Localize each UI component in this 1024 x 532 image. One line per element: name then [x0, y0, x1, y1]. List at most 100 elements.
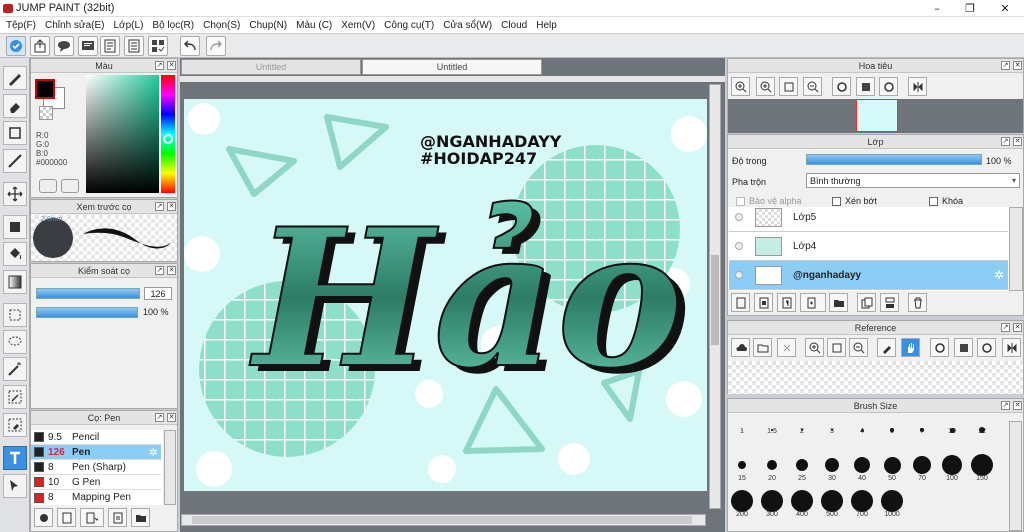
- brush-size-option[interactable]: 50: [878, 451, 906, 485]
- zoom-in-icon[interactable]: [805, 338, 824, 357]
- visibility-icon[interactable]: [735, 271, 743, 279]
- brush-size-option[interactable]: 12: [968, 416, 996, 450]
- fit-screen-icon[interactable]: [827, 338, 846, 357]
- tab-document-1[interactable]: Untitled: [181, 59, 361, 75]
- gradient-tool-icon[interactable]: [3, 270, 27, 294]
- flip-icon[interactable]: [908, 77, 927, 96]
- brush-size-option[interactable]: 1.5: [758, 416, 786, 450]
- foreground-color-swatch[interactable]: [35, 79, 55, 99]
- fit-screen-icon[interactable]: [779, 77, 798, 96]
- panel-close-icon[interactable]: ✕: [1013, 323, 1022, 332]
- bucket-tool-icon[interactable]: [3, 242, 27, 266]
- redo-icon[interactable]: [206, 36, 226, 56]
- zoom-in-icon[interactable]: [756, 77, 775, 96]
- layer-row-selected[interactable]: @nganhadayy ✲: [729, 261, 1008, 290]
- tab-document-2[interactable]: Untitled: [362, 59, 542, 75]
- rotate-left-icon[interactable]: [930, 338, 949, 357]
- move-tool-icon[interactable]: [3, 182, 27, 206]
- eraser-tool-icon[interactable]: [3, 94, 27, 118]
- menu-layer[interactable]: Lớp(L): [110, 17, 148, 33]
- panel-close-icon[interactable]: ✕: [1013, 137, 1022, 146]
- brush-size-option[interactable]: 4: [848, 416, 876, 450]
- brush-size-option[interactable]: 1000: [878, 487, 906, 521]
- operation-tool-icon[interactable]: [3, 474, 27, 498]
- panel-close-icon[interactable]: ✕: [167, 202, 176, 211]
- transparent-color-swatch[interactable]: [39, 106, 53, 120]
- gear-icon[interactable]: ✲: [149, 446, 158, 459]
- line-tool-icon[interactable]: [3, 149, 27, 173]
- zoom-in-icon[interactable]: [731, 77, 750, 96]
- brush-size-option[interactable]: 3: [818, 416, 846, 450]
- grid-settings-icon[interactable]: [148, 36, 168, 56]
- brush-opacity-slider[interactable]: [36, 307, 138, 318]
- menu-window[interactable]: Cửa sổ(W): [439, 17, 496, 33]
- panel-float-icon[interactable]: ↗: [155, 266, 164, 275]
- brush-size-option[interactable]: 70: [908, 451, 936, 485]
- layer-row[interactable]: Lớp5: [729, 207, 1008, 232]
- cloud-icon[interactable]: [731, 338, 750, 357]
- menu-view[interactable]: Xem(V): [337, 17, 379, 33]
- brush-size-slider[interactable]: [36, 288, 140, 299]
- quick-check-icon[interactable]: [6, 36, 26, 56]
- clipping-checkbox[interactable]: Xén bớt: [832, 196, 877, 207]
- canvas-horizontal-scrollbar[interactable]: [181, 514, 706, 526]
- brush-size-option[interactable]: 200: [728, 487, 756, 521]
- export-icon[interactable]: [30, 36, 50, 56]
- panel-float-icon[interactable]: ↗: [1001, 137, 1010, 146]
- flip-icon[interactable]: [1002, 338, 1021, 357]
- drawing-canvas[interactable]: @NGANHADAYY #HOIDAP247 Hảo Hảo: [184, 99, 707, 491]
- minimize-button[interactable]: –: [922, 0, 952, 17]
- brush-size-option[interactable]: 7: [908, 416, 936, 450]
- panel-float-icon[interactable]: ↗: [1001, 61, 1010, 70]
- menu-cloud[interactable]: Cloud: [497, 17, 531, 33]
- brush-list-scrollbar[interactable]: [164, 430, 176, 505]
- lasso-tool-icon[interactable]: [3, 330, 27, 354]
- merge-layer-icon[interactable]: [880, 293, 899, 312]
- panel-close-icon[interactable]: ✕: [167, 413, 176, 422]
- zoom-out-icon[interactable]: [803, 77, 822, 96]
- hue-handle[interactable]: [163, 134, 173, 144]
- layer-opacity-slider[interactable]: [806, 154, 982, 165]
- close-reference-icon[interactable]: [777, 338, 796, 357]
- brush-size-option[interactable]: 25: [788, 451, 816, 485]
- layer-row[interactable]: Lớp4: [729, 232, 1008, 261]
- reference-view[interactable]: [728, 361, 1023, 394]
- scroll-thumb[interactable]: [711, 255, 719, 345]
- magic-wand-tool-icon[interactable]: [3, 357, 27, 381]
- brush-settings-icon[interactable]: [34, 508, 53, 527]
- brush-size-option[interactable]: 1: [728, 416, 756, 450]
- menu-filter[interactable]: Bộ lọc(R): [148, 17, 198, 33]
- color-mode-icon[interactable]: [39, 179, 57, 193]
- brush-size-option[interactable]: 30: [818, 451, 846, 485]
- new-layer-1bit-icon[interactable]: [777, 293, 796, 312]
- panel-float-icon[interactable]: ↗: [1001, 401, 1010, 410]
- rotate-right-icon[interactable]: [977, 338, 996, 357]
- new-brush-icon[interactable]: [57, 508, 76, 527]
- message-icon[interactable]: [78, 36, 98, 56]
- panel-float-icon[interactable]: ↗: [155, 202, 164, 211]
- brush-size-option[interactable]: 150: [968, 451, 996, 485]
- brush-size-option[interactable]: 10: [938, 416, 966, 450]
- brush-size-input[interactable]: 126: [144, 287, 172, 300]
- panel-float-icon[interactable]: ↗: [155, 413, 164, 422]
- canvas-vertical-scrollbar[interactable]: [709, 84, 721, 509]
- rotate-right-icon[interactable]: [879, 77, 898, 96]
- color-history-icon[interactable]: [61, 179, 79, 193]
- select-eraser-tool-icon[interactable]: [3, 413, 27, 437]
- fill-rect-tool-icon[interactable]: [3, 215, 27, 239]
- menu-select[interactable]: Chọn(S): [199, 17, 244, 33]
- close-button[interactable]: ✕: [990, 0, 1020, 17]
- panel-close-icon[interactable]: ✕: [1013, 61, 1022, 70]
- lock-checkbox[interactable]: Khóa: [929, 196, 963, 207]
- brush-size-option[interactable]: 20: [758, 451, 786, 485]
- brush-size-option[interactable]: 700: [848, 487, 876, 521]
- brush-item-pencil[interactable]: 9.5 Pencil: [31, 430, 161, 445]
- brush-folder-icon[interactable]: [131, 508, 150, 527]
- brush-item-pen[interactable]: 126 Pen ✲: [31, 445, 161, 460]
- panel-close-icon[interactable]: ✕: [1013, 401, 1022, 410]
- navigator-thumbnail[interactable]: [856, 99, 898, 132]
- brush-menu-icon[interactable]: [80, 508, 104, 527]
- visibility-icon[interactable]: [735, 242, 743, 250]
- eyedropper-icon[interactable]: [877, 338, 896, 357]
- brush-size-option[interactable]: 40: [848, 451, 876, 485]
